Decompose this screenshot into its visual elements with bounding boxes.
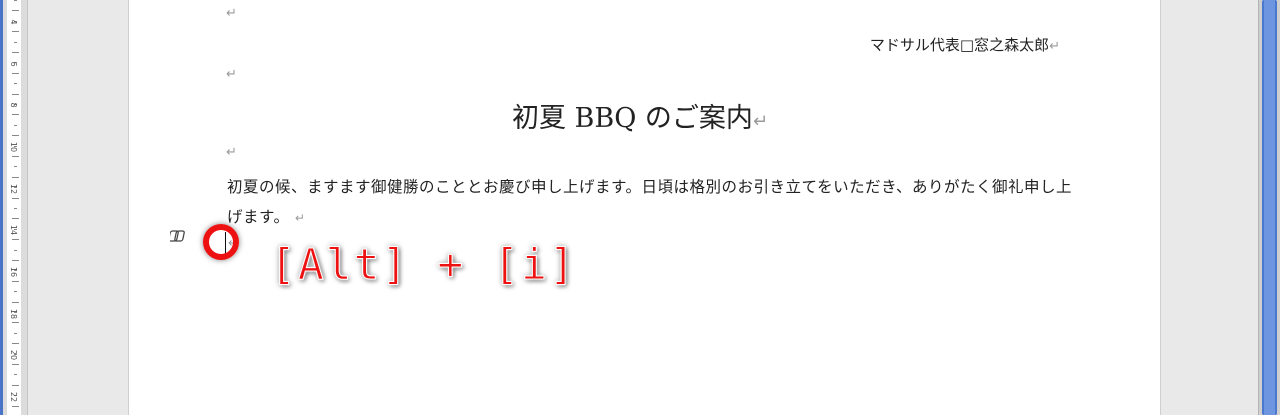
ruler-tick [12,31,19,32]
ruler-tick [12,156,19,157]
ruler-number: 14 [9,224,18,236]
vertical-scrollbar[interactable] [1258,0,1280,415]
ruler-tick [12,343,19,344]
ruler-tick [14,166,17,167]
title-text: 初夏 BBQ のご案内 [511,103,753,134]
ruler-tick [12,364,19,365]
empty-paragraph-mark: ↵ [226,145,237,160]
signature-line[interactable]: マドサル代表□窓之森太郎↵ [870,34,1060,55]
ruler-tick [12,260,19,261]
scrollbar-thumb[interactable] [1262,0,1277,415]
ruler-tick [12,94,19,95]
ruler-tick [12,135,19,136]
ruler-number: 18 [9,308,18,320]
document-title[interactable]: 初夏 BBQ のご案内↵ [0,96,1280,135]
workspace-margin-left [28,0,128,415]
ruler-number: 6 [9,61,18,67]
ruler-tick [12,10,19,11]
ruler-tick [14,250,17,251]
ruler-tick [14,0,17,1]
vertical-ruler[interactable]: 4 6 8 10 12 14 16 18 20 22 [0,0,28,415]
empty-paragraph-mark: ↵ [226,6,237,21]
ruler-tick [12,52,19,53]
ruler-tick [14,291,17,292]
ruler-number: 4 [9,19,18,25]
paragraph-mark: ↵ [294,211,306,225]
ruler-number: 20 [9,349,18,361]
greeting-paragraph[interactable]: 初夏の候、ますます御健勝のこととお慶び申し上げます。日頃は格別のお引き立てをいた… [227,172,1077,233]
ruler-tick [12,177,19,178]
ruler-tick [12,322,19,323]
ruler-tick [14,374,17,375]
ruler-tick [12,406,19,407]
ruler-tick [12,281,19,282]
paragraph-mark: ↵ [752,111,769,132]
ruler-tick [12,218,19,219]
ruler-tick [14,208,17,209]
ruler-number: 12 [9,183,18,195]
paragraph-mark: ↵ [1049,39,1060,54]
ruler-edge [0,0,3,415]
ruler-tick [12,302,19,303]
copilot-icon[interactable] [170,229,186,243]
ruler-tick [14,83,17,84]
greeting-text: 初夏の候、ますます御健勝のこととお慶び申し上げます。日頃は格別のお引き立てをいた… [227,178,1073,226]
ruler-number: 16 [9,266,18,278]
ruler-tick [12,239,19,240]
highlight-circle [203,224,239,260]
ruler-number: 22 [9,391,18,403]
ruler-number: 10 [9,141,18,153]
ruler-tick [12,73,19,74]
empty-paragraph-mark: ↵ [226,67,237,82]
shortcut-annotation: [Alt] + [i] [270,240,577,291]
ruler-tick [12,385,19,386]
signature-text: マドサル代表□窓之森太郎 [869,36,1050,54]
ruler-tick [12,198,19,199]
workspace-margin-right [1161,0,1258,415]
ruler-tick [14,333,17,334]
ruler-tick [14,42,17,43]
